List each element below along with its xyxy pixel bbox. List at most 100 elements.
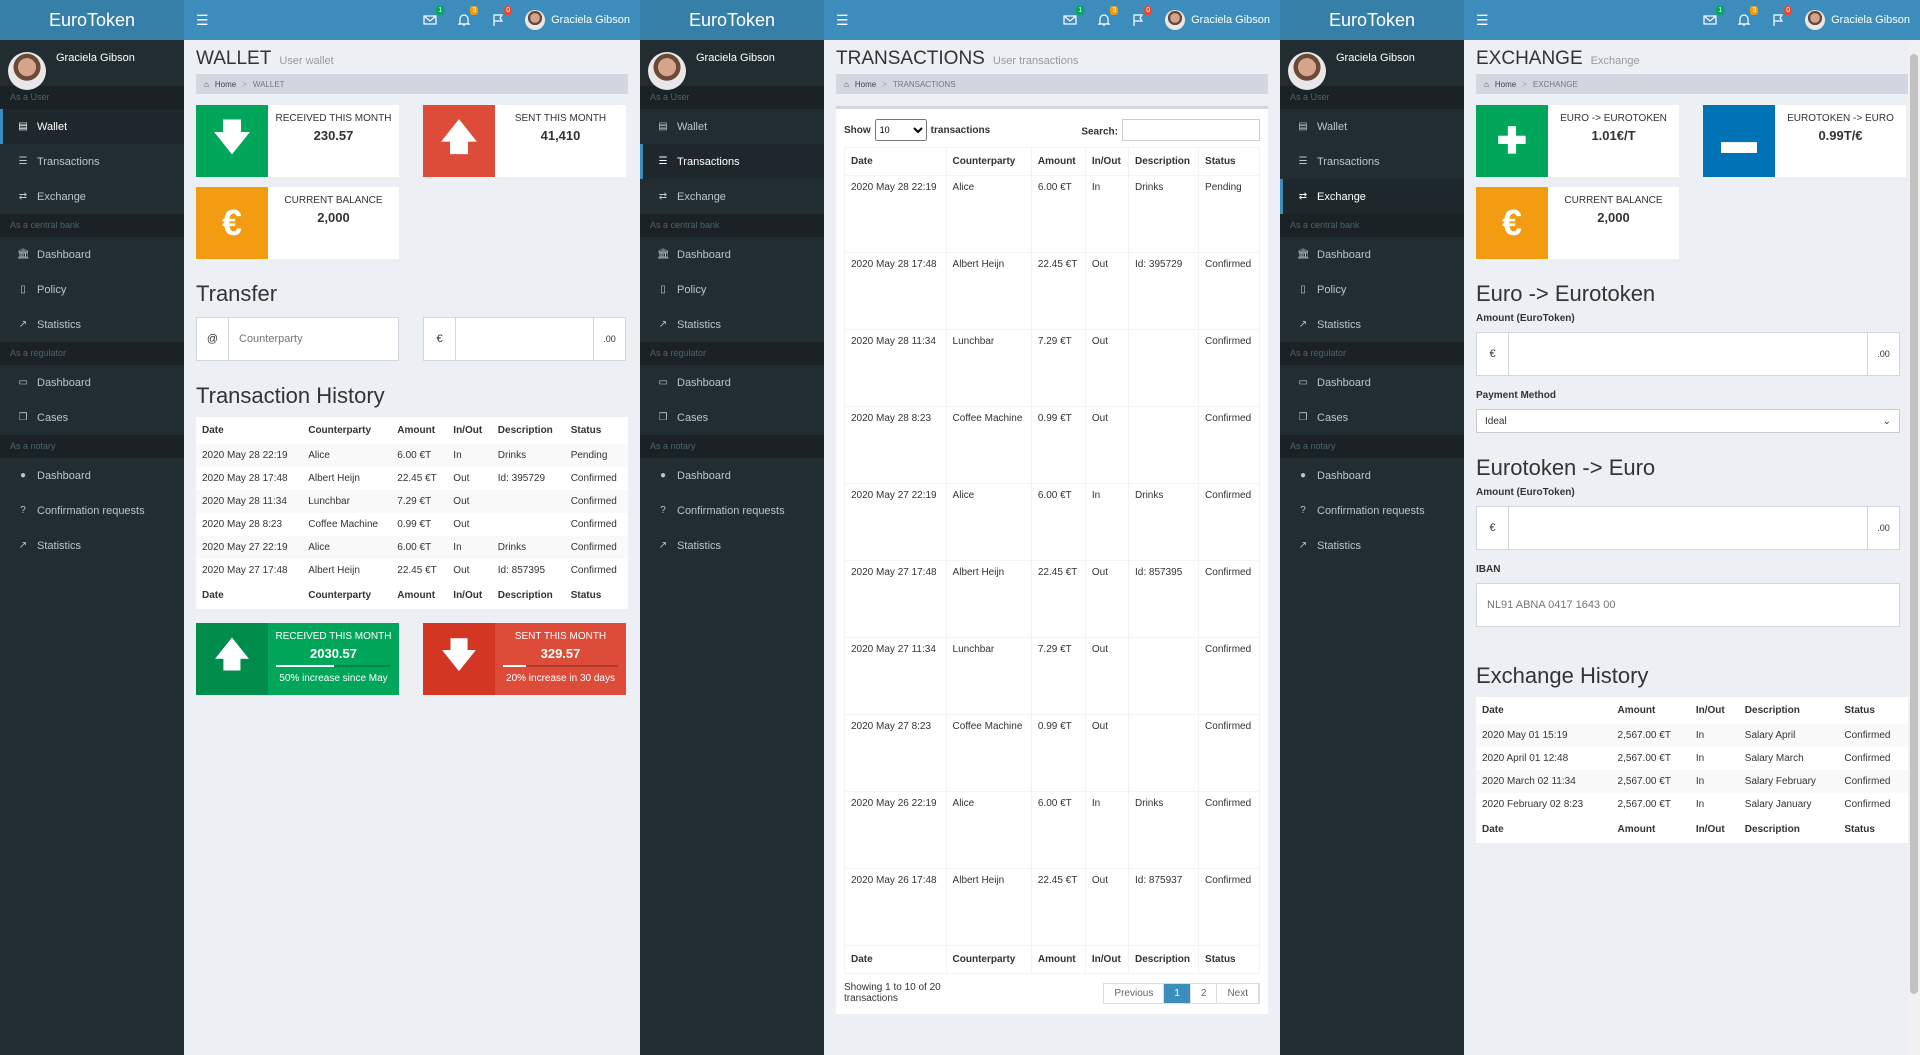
sell-amount-input[interactable] (1509, 507, 1867, 549)
brand-logo[interactable]: EuroToken (0, 0, 184, 40)
column-header[interactable]: Date (196, 582, 302, 609)
column-header[interactable]: Date (1476, 816, 1612, 843)
envelope-icon[interactable]: 1 (423, 6, 445, 27)
buy-amount-input[interactable] (1509, 333, 1867, 375)
user-menu[interactable]: Graciela Gibson (525, 10, 630, 30)
flag-icon[interactable]: 0 (1131, 6, 1153, 27)
sidebar-item-regulator-dashboard[interactable]: ▭ Dashboard (0, 365, 184, 400)
iban-input[interactable] (1477, 584, 1899, 626)
column-header[interactable]: Counterparty (302, 582, 391, 609)
column-header[interactable]: Date (1476, 697, 1612, 724)
sidebar-item-cases[interactable]: ❐ Cases (0, 400, 184, 435)
sidebar-item-bank-statistics[interactable]: ↗ Statistics (0, 307, 184, 342)
column-header[interactable]: Date (844, 945, 947, 974)
sidebar-item-policy[interactable]: ▯ Policy (640, 272, 824, 307)
sidebar-item-notary-statistics[interactable]: ↗ Statistics (0, 528, 184, 563)
bell-icon[interactable]: 3 (457, 6, 479, 27)
flag-icon[interactable]: 0 (491, 6, 513, 27)
page-length-select[interactable]: 10 (874, 119, 927, 141)
column-header[interactable]: Counterparty (302, 417, 391, 444)
column-header[interactable]: Description (1128, 945, 1200, 974)
envelope-icon[interactable]: 1 (1063, 6, 1085, 27)
column-header[interactable]: Status (1838, 697, 1908, 724)
column-header[interactable]: Date (844, 147, 947, 176)
sidebar-item-wallet[interactable]: ▤ Wallet (0, 109, 184, 144)
sidebar-item-notary-dashboard[interactable]: ● Dashboard (640, 458, 824, 493)
menu-toggle-icon[interactable]: ☰ (1476, 12, 1489, 29)
column-header[interactable]: Amount (391, 582, 447, 609)
breadcrumb-home[interactable]: Home (1495, 80, 1516, 89)
envelope-icon[interactable]: 1 (1703, 6, 1725, 27)
column-header[interactable]: Amount (391, 417, 447, 444)
column-header[interactable]: Counterparty (945, 147, 1032, 176)
sidebar-item-transactions[interactable]: ☰ Transactions (640, 144, 824, 179)
breadcrumb-home[interactable]: Home (215, 80, 236, 89)
page-2-button[interactable]: 2 (1191, 983, 1218, 1003)
bell-icon[interactable]: 3 (1097, 6, 1119, 27)
column-header[interactable]: Counterparty (945, 945, 1032, 974)
column-header[interactable]: Description (1739, 697, 1839, 724)
sidebar-item-exchange[interactable]: ⇄ Exchange (0, 179, 184, 214)
sidebar-item-confirmation-requests[interactable]: ? Confirmation requests (1280, 493, 1464, 528)
previous-button[interactable]: Previous (1104, 983, 1165, 1003)
column-header[interactable]: Date (196, 417, 302, 444)
sidebar-item-notary-statistics[interactable]: ↗ Statistics (1280, 528, 1464, 563)
sidebar-item-notary-dashboard[interactable]: ● Dashboard (0, 458, 184, 493)
column-header[interactable]: In/Out (1690, 816, 1739, 843)
menu-toggle-icon[interactable]: ☰ (836, 12, 849, 29)
column-header[interactable]: Amount (1612, 816, 1690, 843)
column-header[interactable]: Status (1198, 147, 1260, 176)
column-header[interactable]: Description (492, 582, 565, 609)
flag-icon[interactable]: 0 (1771, 6, 1793, 27)
menu-toggle-icon[interactable]: ☰ (196, 12, 209, 29)
column-header[interactable]: In/Out (1084, 147, 1130, 176)
sidebar-item-bank-statistics[interactable]: ↗ Statistics (640, 307, 824, 342)
column-header[interactable]: Amount (1030, 147, 1086, 176)
sidebar-item-bank-dashboard[interactable]: 🏛 Dashboard (1280, 237, 1464, 272)
sidebar-item-transactions[interactable]: ☰ Transactions (0, 144, 184, 179)
column-header[interactable]: Status (565, 417, 628, 444)
sidebar-item-bank-statistics[interactable]: ↗ Statistics (1280, 307, 1464, 342)
sidebar-item-transactions[interactable]: ☰ Transactions (1280, 144, 1464, 179)
scrollbar-thumb[interactable] (1910, 54, 1918, 994)
sidebar-item-exchange[interactable]: ⇄ Exchange (1280, 179, 1464, 214)
breadcrumb-home[interactable]: Home (855, 80, 876, 89)
sidebar-item-wallet[interactable]: ▤ Wallet (640, 109, 824, 144)
column-header[interactable]: In/Out (447, 582, 491, 609)
sidebar-item-regulator-dashboard[interactable]: ▭ Dashboard (640, 365, 824, 400)
counterparty-input[interactable] (229, 318, 398, 360)
sidebar-item-bank-dashboard[interactable]: 🏛 Dashboard (640, 237, 824, 272)
sidebar-item-regulator-dashboard[interactable]: ▭ Dashboard (1280, 365, 1464, 400)
next-button[interactable]: Next (1217, 983, 1259, 1003)
column-header[interactable]: Status (565, 582, 628, 609)
sidebar-item-notary-dashboard[interactable]: ● Dashboard (1280, 458, 1464, 493)
column-header[interactable]: In/Out (1690, 697, 1739, 724)
scrollbar[interactable] (1908, 40, 1920, 1055)
column-header[interactable]: Status (1838, 816, 1908, 843)
bell-icon[interactable]: 3 (1737, 6, 1759, 27)
sidebar-item-confirmation-requests[interactable]: ? Confirmation requests (0, 493, 184, 528)
brand-logo[interactable]: EuroToken (1280, 0, 1464, 40)
user-menu[interactable]: Graciela Gibson (1165, 10, 1270, 30)
sidebar-item-cases[interactable]: ❐ Cases (640, 400, 824, 435)
sidebar-item-cases[interactable]: ❐ Cases (1280, 400, 1464, 435)
sidebar-item-bank-dashboard[interactable]: 🏛 Dashboard (0, 237, 184, 272)
sidebar-item-exchange[interactable]: ⇄ Exchange (640, 179, 824, 214)
sidebar-item-policy[interactable]: ▯ Policy (0, 272, 184, 307)
sidebar-item-confirmation-requests[interactable]: ? Confirmation requests (640, 493, 824, 528)
column-header[interactable]: Description (1128, 147, 1200, 176)
page-1-button[interactable]: 1 (1164, 983, 1191, 1003)
column-header[interactable]: Status (1198, 945, 1260, 974)
sidebar-item-wallet[interactable]: ▤ Wallet (1280, 109, 1464, 144)
amount-input[interactable] (456, 318, 593, 360)
column-header[interactable]: Description (492, 417, 565, 444)
column-header[interactable]: In/Out (1084, 945, 1130, 974)
search-input[interactable] (1122, 119, 1260, 141)
column-header[interactable]: Amount (1030, 945, 1086, 974)
user-menu[interactable]: Graciela Gibson (1805, 10, 1910, 30)
sidebar-item-policy[interactable]: ▯ Policy (1280, 272, 1464, 307)
column-header[interactable]: Description (1739, 816, 1839, 843)
brand-logo[interactable]: EuroToken (640, 0, 824, 40)
column-header[interactable]: In/Out (447, 417, 491, 444)
sidebar-item-notary-statistics[interactable]: ↗ Statistics (640, 528, 824, 563)
